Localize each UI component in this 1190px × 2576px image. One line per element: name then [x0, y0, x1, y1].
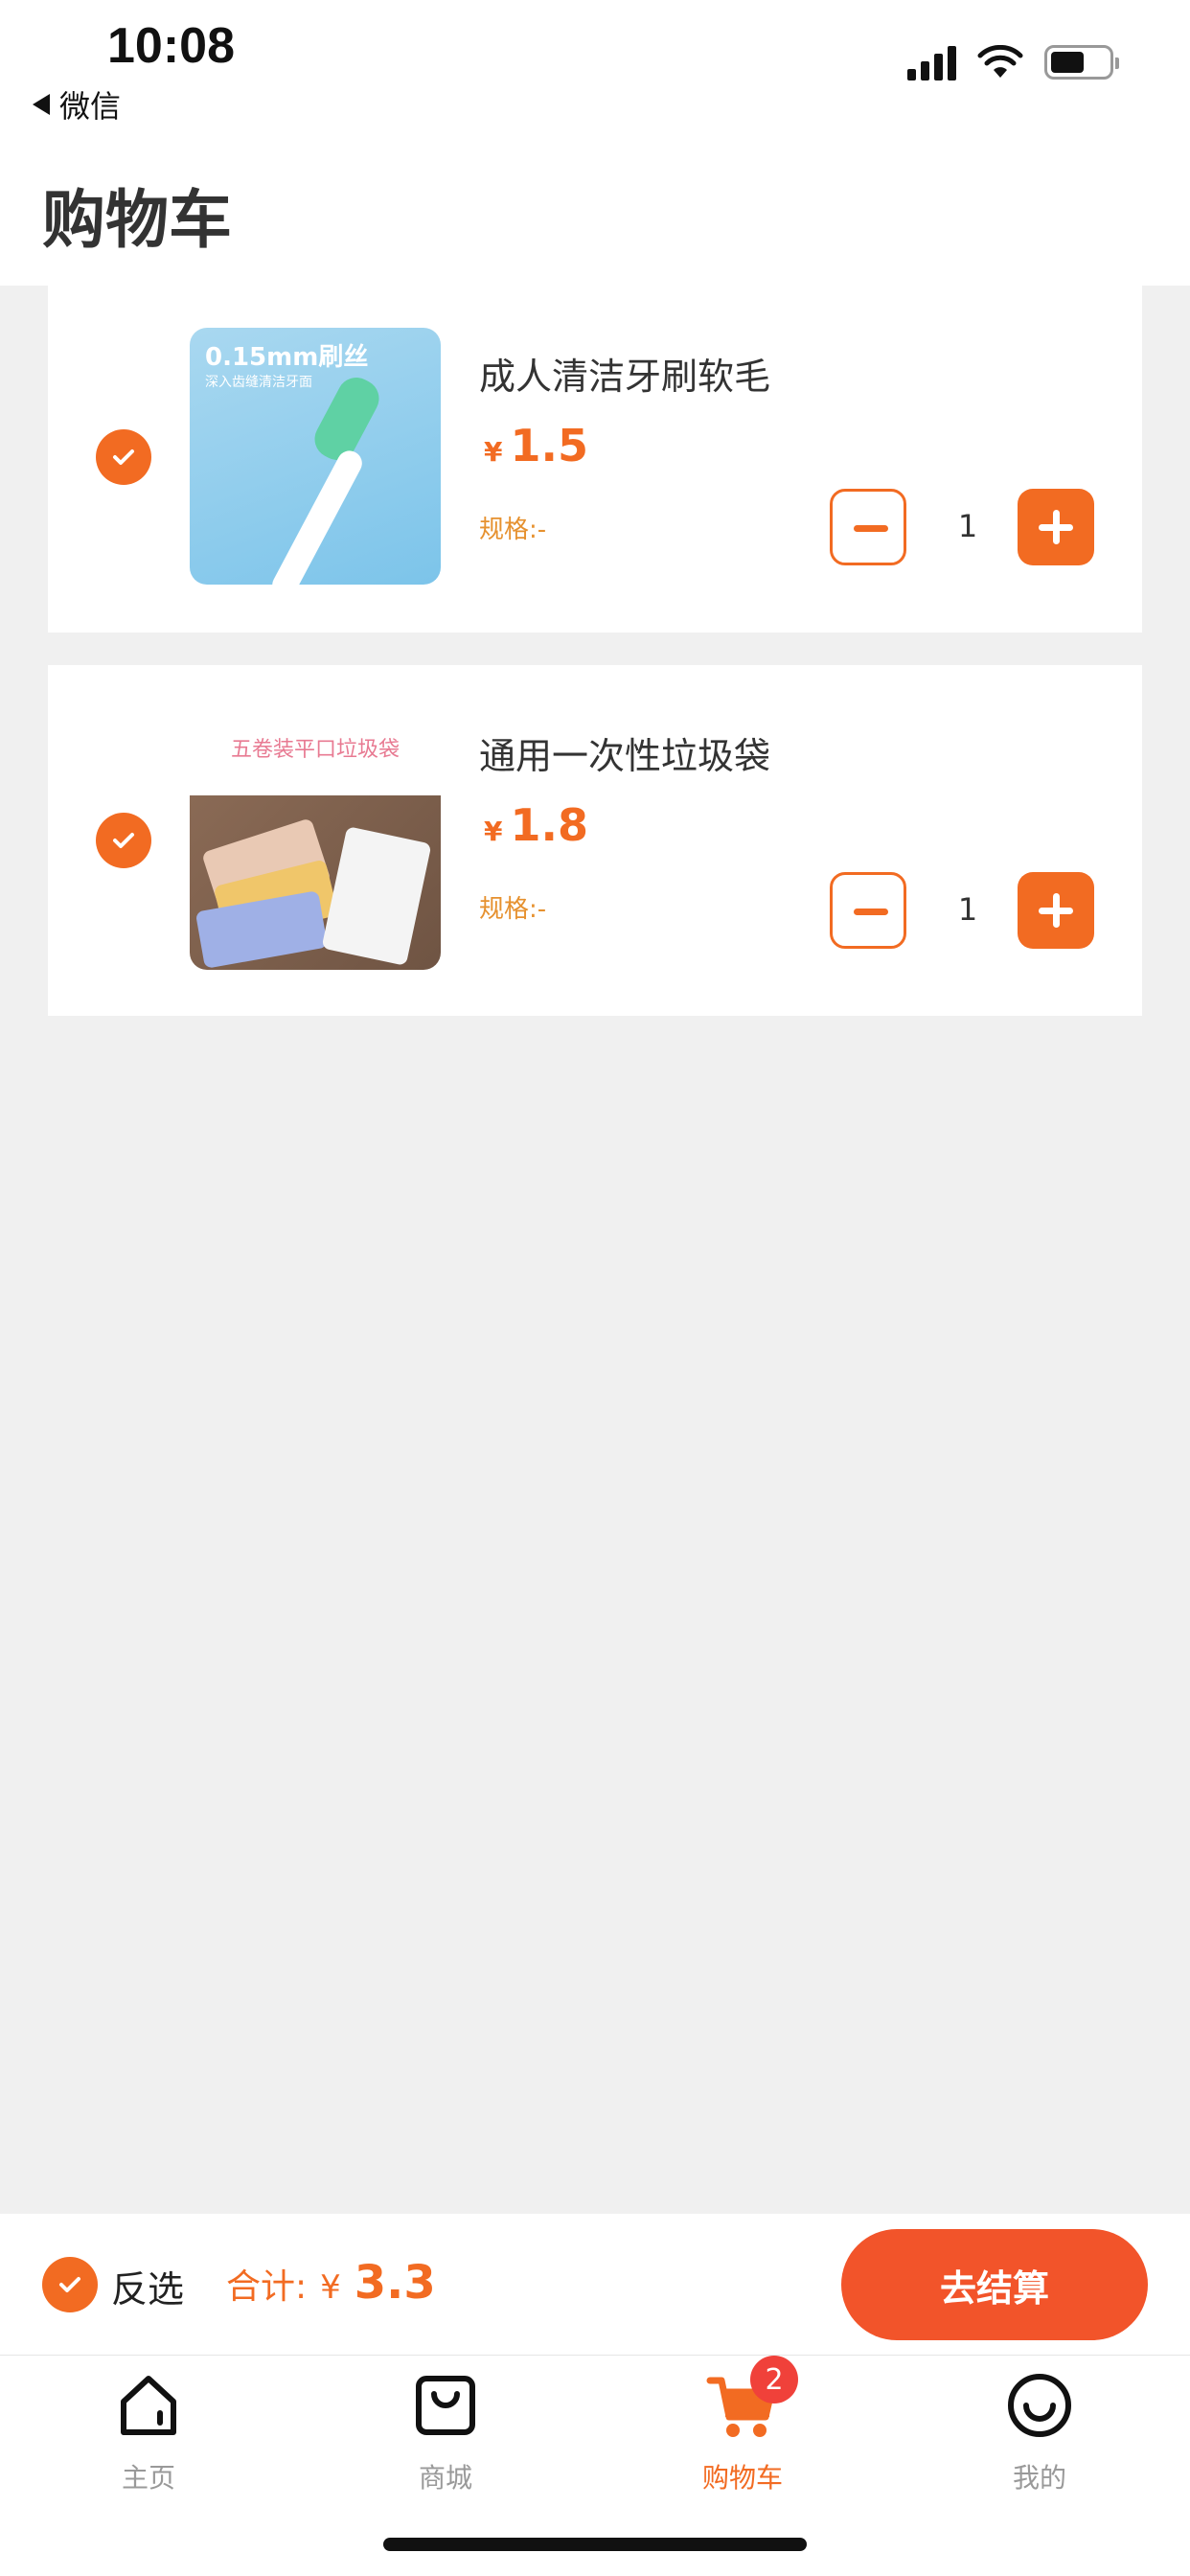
quantity-value: 1	[957, 891, 978, 928]
signal-icon	[907, 44, 956, 80]
checkmark-icon	[113, 449, 134, 465]
shopping-bag-icon	[416, 2376, 475, 2435]
back-app-label: 微信	[59, 88, 122, 125]
product-image[interactable]: 0.15mm刷丝 深入齿缝清洁牙面	[190, 328, 441, 585]
quantity-value: 1	[957, 508, 978, 544]
cart-count-badge: 2	[750, 2356, 798, 2404]
tab-label: 主页	[121, 2462, 175, 2494]
checkmark-icon	[113, 833, 134, 848]
product-price: ¥1.5	[484, 420, 588, 472]
tab-cart[interactable]: 2 购物车	[647, 2356, 838, 2496]
battery-icon	[1044, 45, 1119, 80]
product-spec: 规格:-	[479, 516, 547, 544]
wifi-icon	[977, 45, 1023, 78]
cart-item: 五卷装平口垃圾袋 通用一次性垃圾袋 ¥1.8 规格:- 1	[48, 665, 1142, 1016]
tab-mine[interactable]: 我的	[944, 2367, 1135, 2496]
header-area: 10:08 微信 购物车	[0, 0, 1190, 286]
decrease-quantity-button[interactable]	[830, 489, 906, 565]
home-icon	[121, 2376, 176, 2435]
thumb-subtitle: 深入齿缝清洁牙面	[205, 375, 312, 390]
product-spec: 规格:-	[479, 895, 547, 924]
increase-quantity-button[interactable]	[1018, 872, 1094, 949]
product-name[interactable]: 成人清洁牙刷软毛	[479, 347, 770, 400]
thumb-title: 0.15mm刷丝	[205, 343, 369, 372]
invert-select-label[interactable]: 反选	[111, 2260, 184, 2312]
invert-select-checkbox[interactable]	[42, 2257, 98, 2312]
tab-home[interactable]: 主页	[53, 2367, 244, 2496]
product-price: ¥1.8	[484, 799, 588, 851]
cart-screen: 10:08 微信 购物车 0.15mm刷丝 深入齿缝清洁牙面 成人清洁牙刷软毛 …	[0, 0, 1190, 2576]
page-title: 购物车	[42, 183, 232, 257]
thumb-title: 五卷装平口垃圾袋	[230, 738, 400, 762]
product-name[interactable]: 通用一次性垃圾袋	[479, 726, 770, 779]
tab-label: 购物车	[701, 2462, 783, 2494]
tab-mall[interactable]: 商城	[350, 2367, 541, 2496]
smile-icon	[1008, 2374, 1071, 2437]
product-image[interactable]: 五卷装平口垃圾袋	[190, 713, 441, 970]
status-time: 10:08	[107, 18, 235, 74]
item-checkbox[interactable]	[96, 813, 151, 868]
checkout-button[interactable]: 去结算	[841, 2229, 1148, 2340]
cart-item: 0.15mm刷丝 深入齿缝清洁牙面 成人清洁牙刷软毛 ¥1.5 规格:- 1	[48, 286, 1142, 632]
home-indicator[interactable]	[383, 2538, 807, 2551]
item-checkbox[interactable]	[96, 429, 151, 485]
checkout-bar: 反选 合计: ¥ 3.3 去结算	[0, 2214, 1190, 2356]
decrease-quantity-button[interactable]	[830, 872, 906, 949]
status-icons	[907, 44, 1119, 80]
checkmark-icon	[59, 2277, 80, 2292]
tab-label: 我的	[1012, 2462, 1066, 2494]
total-amount: 合计: ¥ 3.3	[226, 2256, 436, 2310]
back-to-app-button[interactable]: 微信	[33, 82, 121, 126]
back-arrow-icon	[33, 94, 50, 115]
tab-label: 商城	[418, 2462, 472, 2494]
increase-quantity-button[interactable]	[1018, 489, 1094, 565]
